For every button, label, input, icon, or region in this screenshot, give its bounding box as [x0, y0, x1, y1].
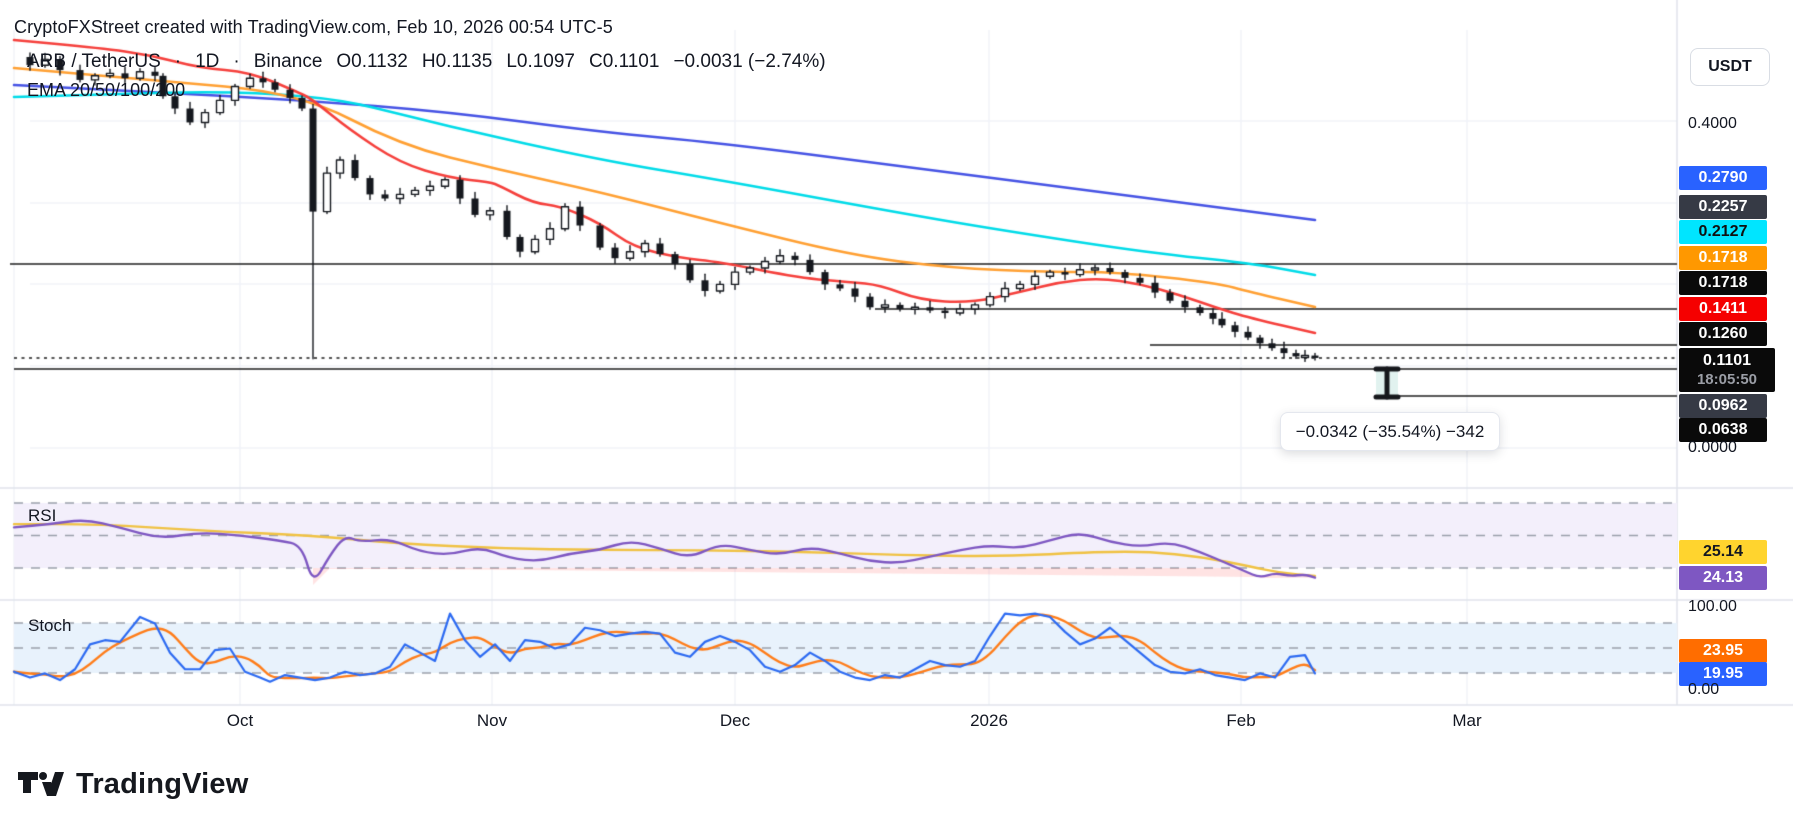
tradingview-logo-text: TradingView	[76, 768, 249, 800]
ohlc-change: −0.0031 (−2.74%)	[673, 51, 826, 72]
time-tick-dec: Dec	[719, 711, 751, 730]
ohlc-open: O0.1132	[336, 51, 408, 72]
tradingview-logo[interactable]: TradingView	[18, 768, 249, 801]
exchange-name: Binance	[253, 51, 323, 72]
tradingview-logo-icon	[18, 771, 64, 796]
symbol-header[interactable]: ARB / TetherUS · 1D · Binance O0.1132 H0.1135 L…	[27, 51, 840, 73]
time-tick-nov: Nov	[476, 711, 508, 730]
tradingview-chart-window: { "header": { "title": "CryptoFXStreet c…	[0, 0, 1793, 829]
current-price-label: 0.1101 18:05:50	[1679, 348, 1775, 392]
time-tick-oct: Oct	[226, 711, 254, 730]
time-tick-mar: Mar	[1452, 711, 1482, 730]
scale-value: 0.0000	[1688, 439, 1737, 456]
price-label-level: 0.0962	[1679, 394, 1767, 418]
price-label-ema200: 0.2790	[1679, 166, 1767, 190]
rsi-label-1: 24.13	[1679, 566, 1767, 590]
indicator-legend-rsi[interactable]: RSI	[28, 506, 56, 526]
bar-countdown-timer: 18:05:50	[1696, 370, 1758, 388]
separator-dot: ·	[233, 51, 240, 72]
price-label-ema50: 0.1718	[1679, 246, 1767, 270]
ohlc-high: H0.1135	[421, 51, 493, 72]
stoch-label-0: 23.95	[1679, 639, 1767, 663]
indicator-legend-stoch[interactable]: Stoch	[28, 616, 71, 636]
currency-toggle-button[interactable]: USDT	[1690, 48, 1770, 86]
price-label-level: 0.2257	[1679, 195, 1767, 219]
interval-value[interactable]: 1D	[195, 51, 219, 72]
time-tick-feb: Feb	[1226, 711, 1256, 730]
price-label-level: 0.1718	[1679, 271, 1767, 295]
symbol-pair[interactable]: ARB / TetherUS	[27, 51, 161, 72]
indicator-legend-ema[interactable]: EMA 20/50/100/200	[27, 80, 185, 101]
ohlc-low: L0.1097	[506, 51, 575, 72]
time-tick-2026: 2026	[970, 711, 1008, 730]
measure-tooltip: −0.0342 (−35.54%) −342	[1280, 412, 1500, 451]
chart-title: CryptoFXStreet created with TradingView.…	[14, 17, 613, 37]
current-price-value: 0.1101	[1702, 352, 1752, 370]
price-label-ema100: 0.2127	[1679, 220, 1767, 244]
scale-value: 0.4000	[1688, 115, 1737, 132]
price-label-level: 0.1260	[1679, 322, 1767, 346]
price-label-ema20: 0.1411	[1679, 297, 1767, 321]
price-chart-canvas[interactable]	[0, 0, 1793, 829]
scale-value: 0.00	[1688, 681, 1720, 698]
ohlc-close: C0.1101	[589, 51, 660, 72]
separator-dot: ·	[174, 51, 182, 72]
rsi-label-0: 25.14	[1679, 540, 1767, 564]
scale-value: 100.00	[1688, 598, 1737, 615]
